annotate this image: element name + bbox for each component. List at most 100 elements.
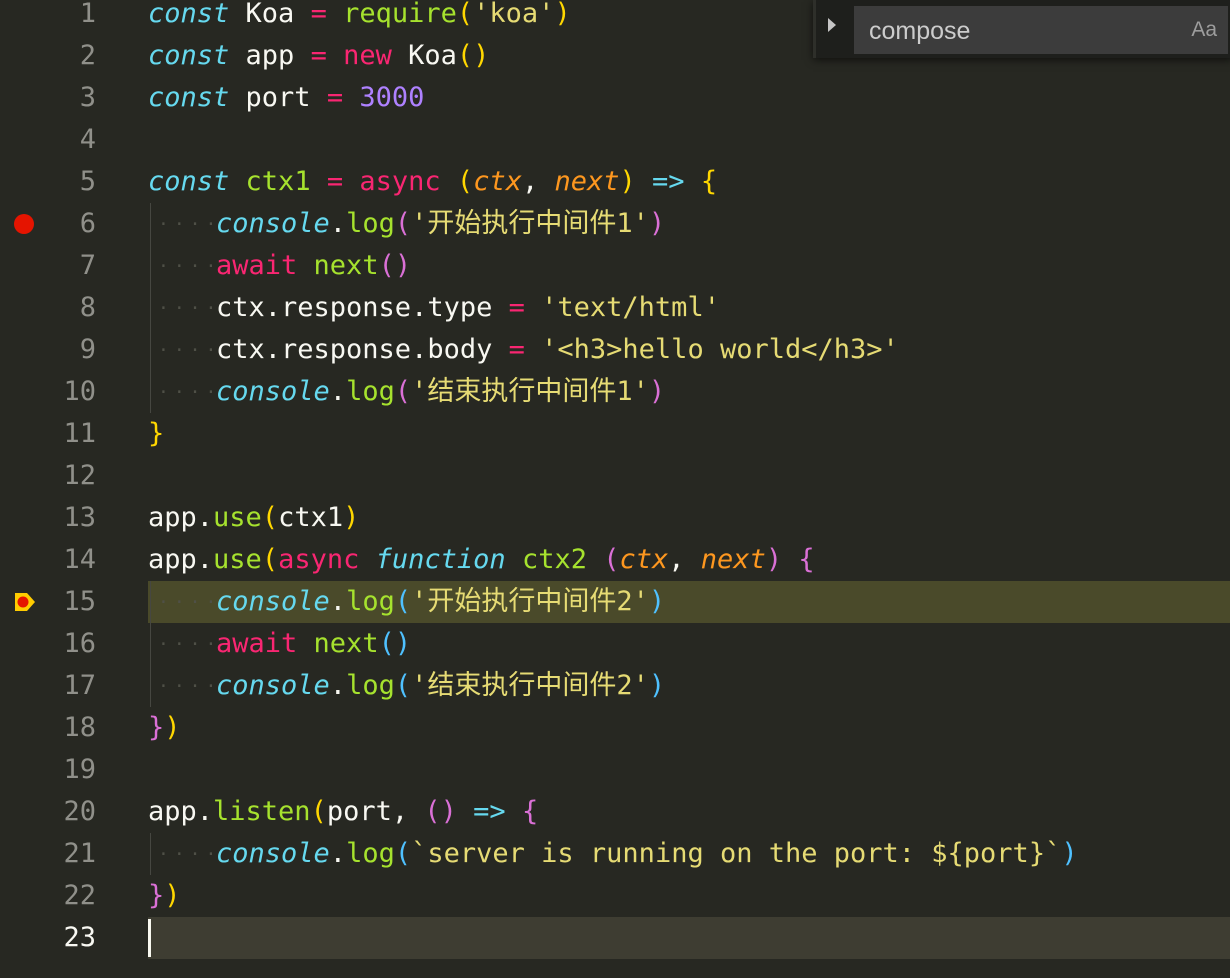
code-token: ( — [394, 670, 412, 701]
code-line[interactable]: 4 — [0, 119, 1230, 161]
code-token: } — [148, 712, 165, 743]
code-line[interactable]: 20 app.listen(port, () => { — [0, 791, 1230, 833]
code-token: '开始执行中间件2' — [411, 586, 649, 617]
code-token: ( — [394, 208, 412, 239]
code-line[interactable]: 15 ···· console.log('开始执行中间件2') — [0, 581, 1230, 623]
gutter[interactable]: 20 — [0, 791, 110, 833]
code-token: { — [700, 166, 718, 197]
gutter[interactable]: 3 — [0, 77, 110, 119]
gutter[interactable]: 13 — [0, 497, 110, 539]
code-token: ) — [648, 376, 666, 407]
code-line[interactable]: 7 ···· await next() — [0, 245, 1230, 287]
code-line[interactable]: 11} — [0, 413, 1230, 455]
code-line[interactable]: 13 app.use(ctx1) — [0, 497, 1230, 539]
current-breakpoint-arrow-icon[interactable] — [14, 592, 36, 612]
code-line[interactable]: 17 ···· console.log('结束执行中间件2') — [0, 665, 1230, 707]
code-token: . — [329, 376, 347, 407]
code-line[interactable]: 14 app.use(async function ctx2 (ctx, next… — [0, 539, 1230, 581]
code-line[interactable]: 9 ···· ctx.response.body = '<h3>hello worl… — [0, 329, 1230, 371]
code-line[interactable]: 12 — [0, 455, 1230, 497]
code-line[interactable]: 23 — [0, 917, 1230, 959]
gutter[interactable]: 16 — [0, 623, 110, 665]
code-text: const port = 3000 — [148, 77, 424, 119]
code-token: = — [310, 0, 327, 29]
code-line[interactable]: 3 const port = 3000 — [0, 77, 1230, 119]
gutter[interactable]: 21 — [0, 833, 110, 875]
line-number: 23 — [63, 922, 96, 953]
code-token: ctx1 — [245, 166, 311, 197]
find-input[interactable] — [867, 7, 1171, 55]
code-line[interactable]: 18}) — [0, 707, 1230, 749]
gutter[interactable]: 10 — [0, 371, 110, 413]
code-line[interactable]: 16 ···· await next() — [0, 623, 1230, 665]
code-line[interactable]: 22}) — [0, 875, 1230, 917]
gutter[interactable]: 15 — [0, 581, 110, 623]
line-number: 3 — [79, 82, 96, 113]
code-line[interactable]: 10 ···· console.log('结束执行中间件1') — [0, 371, 1230, 413]
gutter[interactable]: 17 — [0, 665, 110, 707]
code-line[interactable]: 6 ···· console.log('开始执行中间件1') — [0, 203, 1230, 245]
breakpoint-icon[interactable] — [14, 214, 34, 234]
whitespace-dots: ···· — [158, 256, 222, 277]
line-number: 11 — [63, 418, 96, 449]
gutter[interactable]: 23 — [0, 917, 110, 959]
code-text: console.log('结束执行中间件1') — [216, 371, 665, 413]
toggle-replace-chevron-icon[interactable] — [828, 18, 836, 32]
code-text: console.log('结束执行中间件2') — [216, 665, 665, 707]
gutter[interactable]: 4 — [0, 119, 110, 161]
code-line[interactable]: 19 — [0, 749, 1230, 791]
whitespace-dots: ···· — [158, 214, 222, 235]
code-token: app. — [148, 502, 214, 533]
gutter[interactable]: 19 — [0, 749, 110, 791]
code-token: ) — [648, 670, 666, 701]
code-text: const Koa = require('koa') — [148, 0, 571, 35]
gutter[interactable]: 22 — [0, 875, 110, 917]
code-token: . — [329, 838, 347, 869]
code-line[interactable]: 21 ···· console.log(`server is running on … — [0, 833, 1230, 875]
code-token: = — [508, 334, 525, 365]
code-token: '结束执行中间件1' — [411, 376, 649, 407]
code-token: ctx1 — [278, 502, 344, 533]
gutter[interactable]: 5 — [0, 161, 110, 203]
code-token: await — [216, 250, 298, 281]
gutter[interactable]: 7 — [0, 245, 110, 287]
gutter[interactable]: 18 — [0, 707, 110, 749]
code-token: Koa — [391, 40, 457, 71]
code-token: await — [216, 628, 298, 659]
line-number: 18 — [63, 712, 96, 743]
line-number: 2 — [79, 40, 96, 71]
gutter[interactable]: 8 — [0, 287, 110, 329]
code-token: = — [508, 292, 525, 323]
code-editor[interactable]: 1 const Koa = require('koa') 2 const app = … — [0, 0, 1230, 978]
whitespace-dots: ···· — [158, 592, 222, 613]
match-case-toggle[interactable]: Aa — [1191, 15, 1217, 45]
gutter[interactable]: 6 — [0, 203, 110, 245]
code-token: app — [229, 40, 311, 71]
code-token: ) — [648, 208, 666, 239]
code-token: ( — [394, 376, 412, 407]
line-number: 13 — [63, 502, 96, 533]
code-token: ctx — [473, 166, 522, 197]
gutter[interactable]: 9 — [0, 329, 110, 371]
code-line[interactable]: 5 const ctx1 = async (ctx, next) => { — [0, 161, 1230, 203]
gutter[interactable]: 1 — [0, 0, 110, 35]
code-text: await next() — [216, 623, 411, 665]
code-token: console — [216, 838, 330, 869]
code-token: '<h3>hello world</h3>' — [541, 334, 899, 365]
gutter[interactable]: 14 — [0, 539, 110, 581]
code-text: }) — [148, 707, 181, 749]
gutter[interactable]: 12 — [0, 455, 110, 497]
code-token: () — [378, 250, 412, 281]
find-input-box[interactable]: Aa — [854, 6, 1228, 55]
code-token: ) — [619, 166, 636, 197]
code-token: ctx.response.type — [216, 292, 509, 323]
gutter[interactable]: 11 — [0, 413, 110, 455]
code-token: log — [346, 838, 395, 869]
code-line[interactable]: 8 ···· ctx.response.type = 'text/html' — [0, 287, 1230, 329]
gutter[interactable]: 2 — [0, 35, 110, 77]
